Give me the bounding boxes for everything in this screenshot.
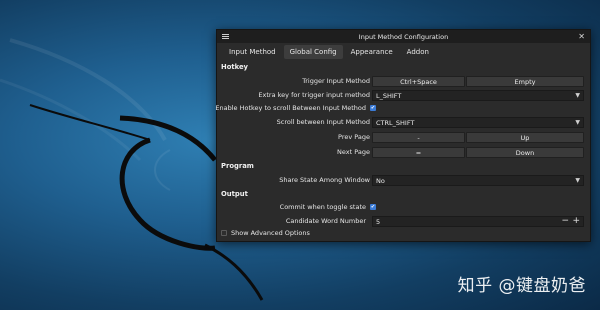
tab-bar: Input Method Global Config Appearance Ad… <box>217 44 590 60</box>
tab-addon[interactable]: Addon <box>401 45 435 59</box>
prev-page-key-2-button[interactable]: Up <box>466 132 584 143</box>
chevron-down-icon: ▼ <box>575 119 580 126</box>
menu-icon[interactable] <box>222 34 229 39</box>
check-icon: ✔ <box>370 204 376 210</box>
scroll-between-value: CTRL_SHIFT <box>376 118 415 127</box>
scroll-between-combobox[interactable]: CTRL_SHIFT ▼ <box>372 117 584 128</box>
candidate-number-label: Candidate Word Number <box>285 217 366 225</box>
section-program: Program <box>221 162 254 170</box>
trigger-input-method-label: Trigger Input Method <box>302 77 370 85</box>
tab-global-config[interactable]: Global Config <box>283 45 343 59</box>
share-state-combobox[interactable]: No ▼ <box>372 175 584 186</box>
increment-button[interactable]: + <box>572 216 580 226</box>
trigger-key-1-button[interactable]: Ctrl+Space <box>372 76 465 87</box>
show-advanced-label: Show Advanced Options <box>231 229 310 237</box>
enable-scroll-checkbox[interactable]: ✔ <box>370 105 376 111</box>
extra-key-combobox[interactable]: L_SHIFT ▼ <box>372 90 584 101</box>
check-icon: ✔ <box>370 105 376 111</box>
input-method-config-window: Input Method Configuration ✕ Input Metho… <box>215 29 591 242</box>
window-title: Input Method Configuration <box>358 32 449 41</box>
scroll-between-label: Scroll between Input Method <box>276 118 370 126</box>
section-output: Output <box>221 190 248 198</box>
prev-page-label: Prev Page <box>338 133 370 141</box>
titlebar[interactable]: Input Method Configuration ✕ <box>217 30 590 43</box>
commit-toggle-label: Commit when toggle state <box>279 203 366 211</box>
show-advanced-checkbox[interactable] <box>221 230 227 236</box>
share-state-value: No <box>376 176 385 185</box>
candidate-number-value: 5 <box>376 217 381 226</box>
tab-input-method[interactable]: Input Method <box>223 45 282 59</box>
watermark: 知乎 @键盘奶爸 <box>457 276 586 296</box>
candidate-number-spinbox[interactable]: 5 − + <box>372 216 584 227</box>
next-page-key-1-button[interactable]: = <box>372 147 465 158</box>
extra-key-value: L_SHIFT <box>376 91 402 100</box>
trigger-key-2-button[interactable]: Empty <box>466 76 584 87</box>
next-page-key-2-button[interactable]: Down <box>466 147 584 158</box>
next-page-label: Next Page <box>337 148 370 156</box>
chevron-down-icon: ▼ <box>575 177 580 184</box>
enable-scroll-label: Enable Hotkey to scroll Between Input Me… <box>215 104 366 112</box>
prev-page-key-1-button[interactable]: - <box>372 132 465 143</box>
section-hotkey: Hotkey <box>221 63 248 71</box>
decrement-button[interactable]: − <box>561 216 569 226</box>
extra-key-label: Extra key for trigger input method <box>258 91 370 99</box>
tab-appearance[interactable]: Appearance <box>345 45 399 59</box>
commit-toggle-checkbox[interactable]: ✔ <box>370 204 376 210</box>
chevron-down-icon: ▼ <box>575 92 580 99</box>
close-icon[interactable]: ✕ <box>578 32 585 41</box>
share-state-label: Share State Among Window <box>279 176 370 184</box>
